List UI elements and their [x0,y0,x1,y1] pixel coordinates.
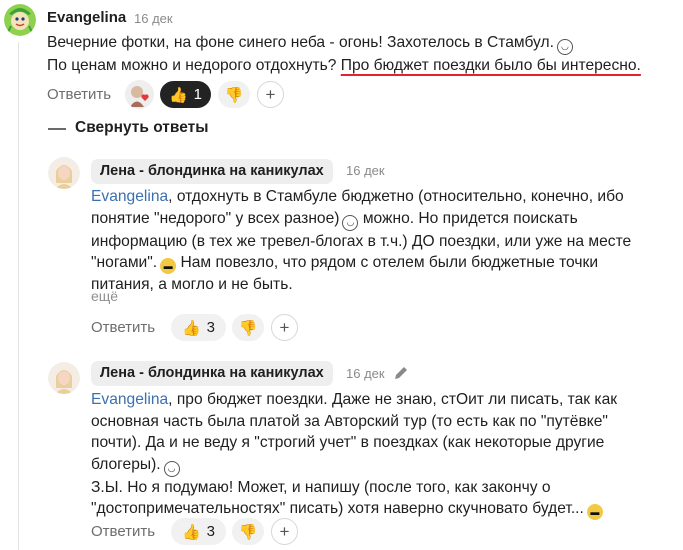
add-reaction-button[interactable]: + [271,314,298,341]
text-line: Нам повезло, что рядом с отелем были бюд… [176,254,599,271]
reply-date: 16 дек [346,366,385,381]
thumbs-up-icon: 👍 [168,86,188,104]
text-line: З.Ы. Но я подумаю! Может, и напишу (посл… [91,478,551,496]
reply-button[interactable]: Ответить [47,86,111,103]
reply-date: 16 дек [346,163,385,178]
reply-text: Evangelina, отдохнуть в Стамбуле бюджетн… [91,186,631,296]
thumbs-up-icon: 👍 [181,319,201,337]
text-line: блогеры). [91,455,161,473]
add-reaction-button[interactable]: + [271,518,298,545]
like-button[interactable]: 👍 3 [171,314,226,341]
thumbs-down-icon: 👎 [224,86,244,104]
thumbs-up-icon: 👍 [181,523,201,541]
thumbs-down-icon: 👎 [238,319,258,337]
highlighted-text: Про бюджет поездки было бы интересно. [340,57,641,74]
comment-text: Вечерние фотки, на фоне синего неба - ог… [47,32,641,77]
collapse-indicator [48,128,66,130]
text-line: почти). Да и не веду я "строгий учет" в … [91,434,605,451]
mention-link[interactable]: Evangelina [91,188,168,205]
add-reaction-button[interactable]: + [257,81,284,108]
plus-icon: + [279,522,290,541]
collapse-replies-button[interactable]: Свернуть ответы [75,119,208,137]
text-line: питания, а могло и не быть. [91,276,293,293]
comment-author[interactable]: Evangelina [47,9,126,26]
text-line: По ценам можно и недорого отдохнуть? [47,57,341,74]
reactor-avatar[interactable] [125,80,154,109]
text-line: основная часть была платой за Авторский … [91,412,608,430]
like-button-active[interactable]: 👍 1 [160,81,211,108]
avatar-lena[interactable] [48,362,80,394]
pencil-icon[interactable] [393,365,409,386]
reply-button[interactable]: Ответить [91,523,155,540]
text-line: , отдохнуть в Стамбуле бюджетно (относит… [168,188,624,205]
reply-author[interactable]: Лена - блондинка на каникулах [91,361,333,386]
plus-icon: + [279,318,290,337]
avatar-evangelina[interactable] [4,4,36,36]
like-count: 1 [193,86,203,103]
mention-link[interactable]: Evangelina [91,391,168,408]
dislike-button[interactable]: 👎 [232,518,264,545]
reply-button[interactable]: Ответить [91,319,155,336]
smirk-emoji: ◡ [342,214,359,231]
reply-author[interactable]: Лена - блондинка на каникулах [91,159,333,184]
dislike-button[interactable]: 👎 [232,314,264,341]
text-line: понятие "недорого" у всех разное) [91,209,340,227]
comment-date: 16 дек [134,11,173,26]
text-line: , про бюджет поездки. Даже не знаю, стОи… [168,391,618,408]
like-count: 3 [206,523,216,540]
dislike-button[interactable]: 👎 [218,81,250,108]
thumbs-down-icon: 👎 [238,523,258,541]
like-count: 3 [206,319,216,336]
more-link[interactable]: ещё [91,288,118,304]
sunglasses-emoji: ▬ [586,504,603,520]
text-line: Вечерние фотки, на фоне синего неба - ог… [47,34,554,51]
smirk-emoji: ◡ [163,460,180,477]
text-line: информацию (в тех же тревел-блогах в т.ч… [91,232,632,250]
like-button[interactable]: 👍 3 [171,518,226,545]
reply-text: Evangelina, про бюджет поездки. Даже не … [91,389,617,520]
sunglasses-emoji: ▬ [160,258,177,274]
smirk-emoji: ◡ [556,39,573,55]
plus-icon: + [265,85,276,104]
avatar-lena[interactable] [48,157,80,189]
thread-line [18,42,19,550]
text-line: "достопримечательностях" писать) хотя на… [91,500,584,517]
text-line: можно. Но придется поискать [358,209,578,227]
text-line: "ногами". [91,254,158,271]
